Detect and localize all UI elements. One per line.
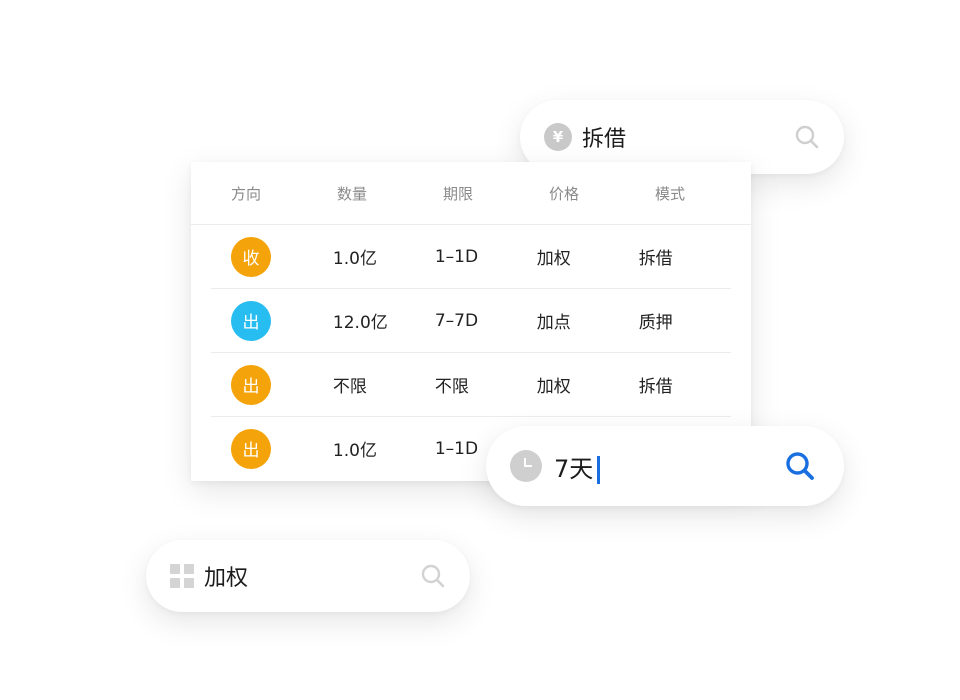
amount-cell: 1.0亿	[332, 441, 377, 461]
amount-cell: 12.0亿	[332, 313, 388, 333]
search-input[interactable]: 7天	[554, 449, 784, 484]
mode-cell: 质押	[638, 313, 673, 333]
header-mode: 模式	[655, 184, 686, 203]
search-icon[interactable]	[794, 124, 820, 150]
mode-cell: 拆借	[638, 377, 673, 397]
search-text: 加权	[204, 566, 249, 591]
amount-cell: 不限	[332, 377, 367, 397]
grid-icon	[170, 564, 194, 588]
mode-cell: 拆借	[638, 249, 673, 269]
direction-badge: 出	[231, 300, 271, 341]
header-term: 期限	[443, 184, 474, 203]
price-cell: 加权	[536, 377, 571, 397]
term-cell: 1–1D	[434, 246, 479, 267]
table-row[interactable]: 出 不限 不限 加权 拆借	[211, 353, 731, 417]
term-cell: 7–7D	[434, 310, 479, 331]
yuan-coin-icon: ¥	[544, 123, 572, 151]
price-cell: 加点	[536, 313, 571, 333]
search-bar-term[interactable]: 7天	[486, 426, 844, 506]
direction-badge: 出	[231, 364, 271, 405]
text-cursor	[597, 455, 601, 484]
search-icon[interactable]	[420, 563, 446, 589]
clock-icon	[510, 450, 542, 482]
amount-cell: 1.0亿	[332, 249, 377, 269]
header-direction: 方向	[231, 184, 262, 203]
search-text: 拆借	[582, 127, 627, 152]
header-price: 价格	[549, 184, 580, 203]
price-cell: 加权	[536, 249, 571, 269]
table-row[interactable]: 出 12.0亿 7–7D 加点 质押	[211, 289, 731, 353]
table-header: 方向 数量 期限 价格 模式	[191, 162, 751, 225]
header-amount: 数量	[337, 184, 368, 203]
search-bar-pricing[interactable]: 加权	[146, 540, 470, 612]
direction-badge: 出	[231, 428, 271, 469]
term-cell: 不限	[434, 377, 469, 397]
direction-badge: 收	[231, 236, 271, 277]
search-input-value: 7天	[554, 454, 594, 483]
search-icon[interactable]	[784, 450, 816, 482]
table-row[interactable]: 收 1.0亿 1–1D 加权 拆借	[211, 225, 731, 289]
